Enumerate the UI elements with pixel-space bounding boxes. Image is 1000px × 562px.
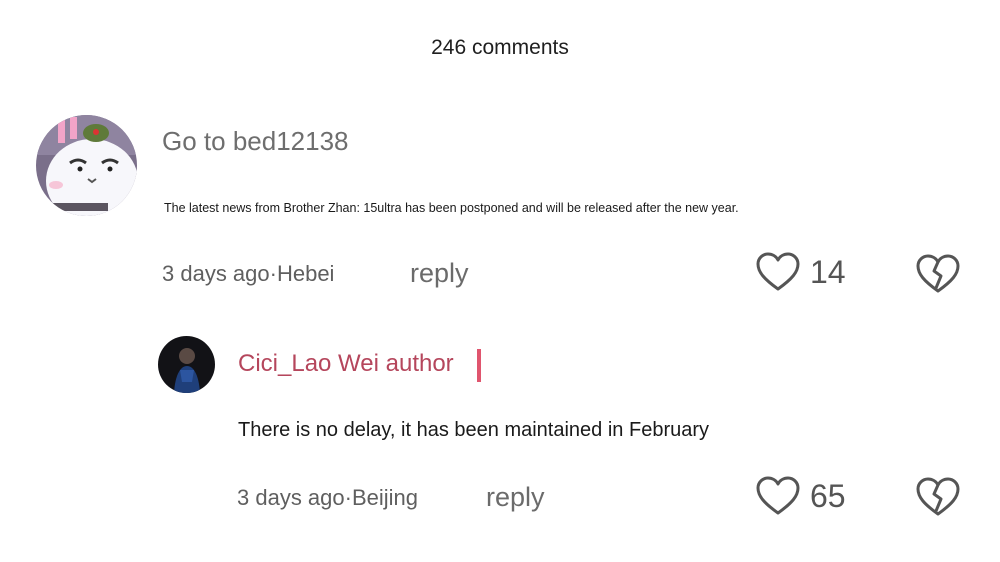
comment-count-title: 246 comments: [431, 36, 569, 59]
broken-heart-icon: [916, 477, 960, 516]
like-count: 14: [810, 253, 846, 290]
comment-username[interactable]: Go to bed12138: [162, 126, 349, 157]
reply-text: There is no delay, it has been maintaine…: [238, 419, 710, 441]
like-button[interactable]: 65: [756, 476, 846, 516]
dislike-button[interactable]: [916, 254, 960, 299]
like-button[interactable]: 14: [756, 252, 846, 292]
reply-meta: 3 days ago·Beijing: [237, 485, 419, 510]
person-photo-avatar-icon: [158, 336, 215, 393]
like-count: 65: [810, 477, 846, 514]
author-badge-bar: [477, 349, 481, 382]
user-avatar[interactable]: [36, 115, 137, 216]
heart-icon: [756, 252, 800, 291]
reply-button[interactable]: reply: [410, 258, 469, 289]
broken-heart-icon: [916, 254, 960, 293]
dislike-button[interactable]: [916, 477, 960, 522]
author-avatar[interactable]: [158, 336, 215, 393]
reply-button[interactable]: reply: [486, 482, 545, 513]
cartoon-cat-avatar-icon: [36, 115, 137, 216]
author-username[interactable]: Cici_Lao Wei author: [238, 350, 454, 378]
heart-icon: [756, 476, 800, 515]
comment-text: The latest news from Brother Zhan: 15ult…: [164, 201, 739, 215]
comment-meta: 3 days ago·Hebei: [162, 261, 335, 286]
